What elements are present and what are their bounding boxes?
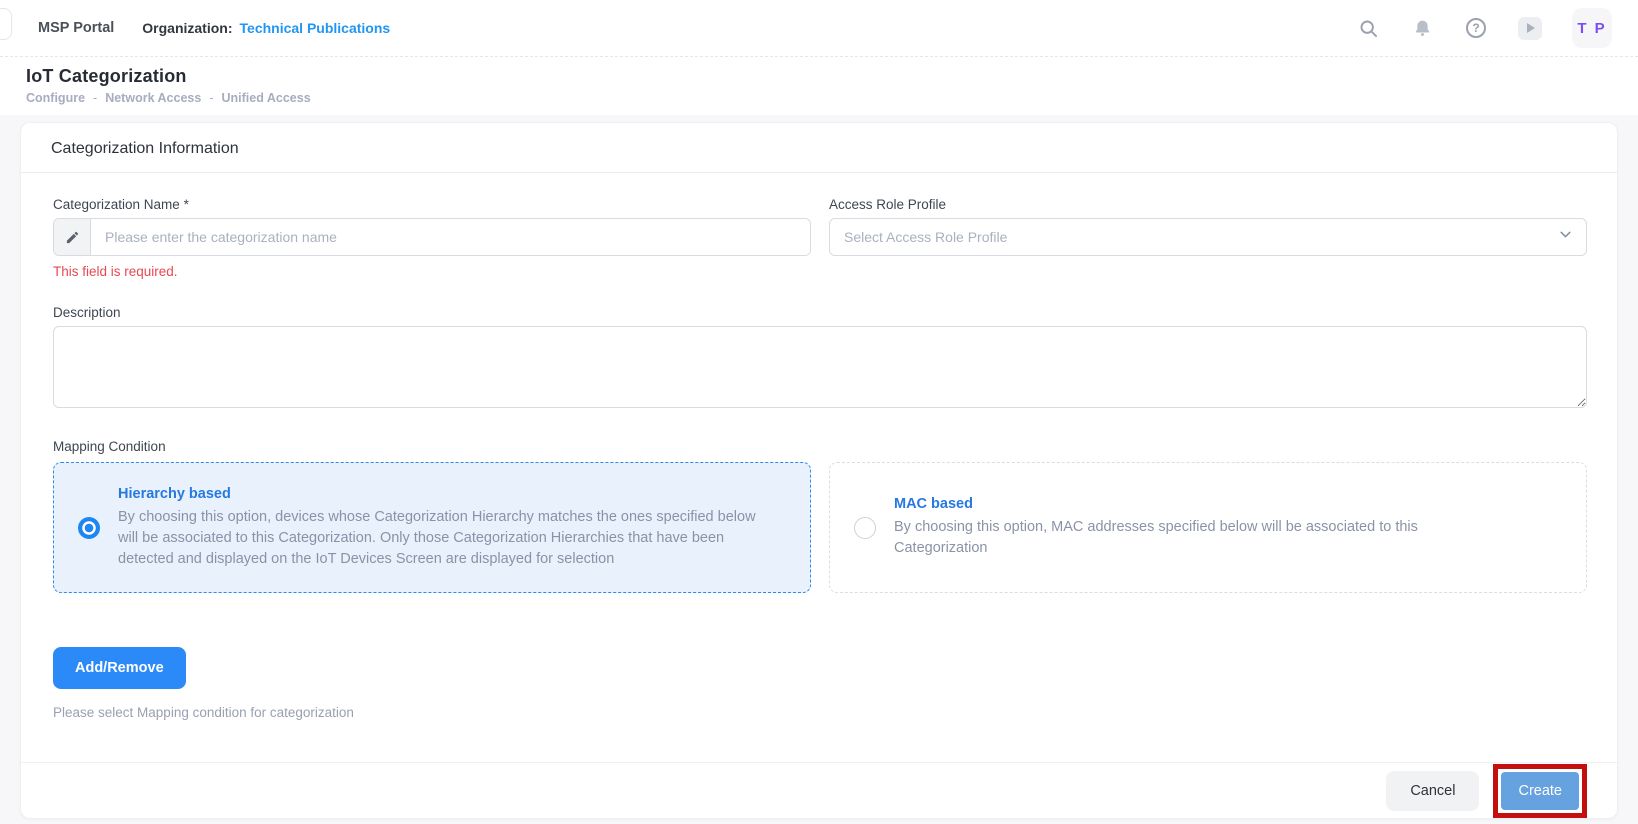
- mapping-hint-text: Please select Mapping condition for cate…: [53, 705, 1587, 720]
- description-field-group: Description: [53, 305, 1587, 413]
- categorization-name-field-group: Categorization Name * This field is requ…: [53, 197, 811, 279]
- description-textarea[interactable]: [53, 326, 1587, 408]
- description-label: Description: [53, 305, 1587, 320]
- card-footer: Cancel Create: [21, 762, 1617, 818]
- mac-based-radio[interactable]: [854, 517, 876, 539]
- hierarchy-based-content: Hierarchy based By choosing this option,…: [118, 486, 758, 570]
- page-title: IoT Categorization: [26, 66, 1612, 87]
- name-required-error: This field is required.: [53, 264, 811, 279]
- pencil-icon: [54, 219, 91, 255]
- header-actions: T P: [1356, 8, 1612, 48]
- cancel-button[interactable]: Cancel: [1386, 771, 1479, 811]
- categorization-name-label: Categorization Name *: [53, 197, 811, 212]
- top-header: MSP Portal Organization: Technical Publi…: [0, 0, 1638, 57]
- card-body: Categorization Name * This field is requ…: [21, 173, 1617, 762]
- chevron-down-icon: [1557, 226, 1574, 248]
- hierarchy-based-title: Hierarchy based: [118, 486, 758, 502]
- video-icon[interactable]: [1518, 16, 1542, 40]
- mapping-option-mac-based[interactable]: MAC based By choosing this option, MAC a…: [829, 462, 1587, 593]
- access-role-profile-placeholder: Select Access Role Profile: [844, 229, 1557, 245]
- mapping-condition-group: Mapping Condition Hierarchy based By cho…: [53, 439, 1587, 593]
- mac-based-title: MAC based: [894, 496, 1484, 512]
- mapping-condition-label: Mapping Condition: [53, 439, 1587, 454]
- breadcrumb-network-access: Network Access: [105, 91, 221, 105]
- create-button[interactable]: Create: [1501, 772, 1579, 810]
- hierarchy-based-radio[interactable]: [78, 517, 100, 539]
- sidebar-toggle-handle[interactable]: [0, 8, 12, 40]
- categorization-card: Categorization Information Categorizatio…: [20, 122, 1618, 819]
- access-role-profile-label: Access Role Profile: [829, 197, 1587, 212]
- card-heading: Categorization Information: [21, 123, 1617, 173]
- organization-link[interactable]: Technical Publications: [240, 20, 391, 36]
- help-icon[interactable]: [1464, 16, 1488, 40]
- brand-title: MSP Portal: [38, 20, 114, 36]
- avatar[interactable]: T P: [1572, 8, 1612, 48]
- create-button-highlight: Create: [1493, 764, 1587, 818]
- organization-label: Organization:: [142, 20, 232, 36]
- categorization-name-input[interactable]: [91, 219, 810, 255]
- breadcrumb-unified-access: Unified Access: [222, 91, 311, 105]
- bell-icon[interactable]: [1410, 16, 1434, 40]
- access-role-profile-select[interactable]: Select Access Role Profile: [829, 218, 1587, 256]
- main-content: Categorization Information Categorizatio…: [0, 115, 1638, 819]
- breadcrumb: Configure Network Access Unified Access: [26, 91, 1612, 105]
- breadcrumb-configure: Configure: [26, 91, 105, 105]
- access-role-profile-field-group: Access Role Profile Select Access Role P…: [829, 197, 1587, 279]
- add-remove-button[interactable]: Add/Remove: [53, 647, 186, 689]
- search-icon[interactable]: [1356, 16, 1380, 40]
- mac-based-description: By choosing this option, MAC addresses s…: [894, 517, 1484, 559]
- mac-based-content: MAC based By choosing this option, MAC a…: [894, 496, 1484, 559]
- categorization-name-input-wrap: [53, 218, 811, 256]
- mapping-option-hierarchy-based[interactable]: Hierarchy based By choosing this option,…: [53, 462, 811, 593]
- hierarchy-based-description: By choosing this option, devices whose C…: [118, 507, 758, 570]
- page-title-section: IoT Categorization Configure Network Acc…: [0, 57, 1638, 115]
